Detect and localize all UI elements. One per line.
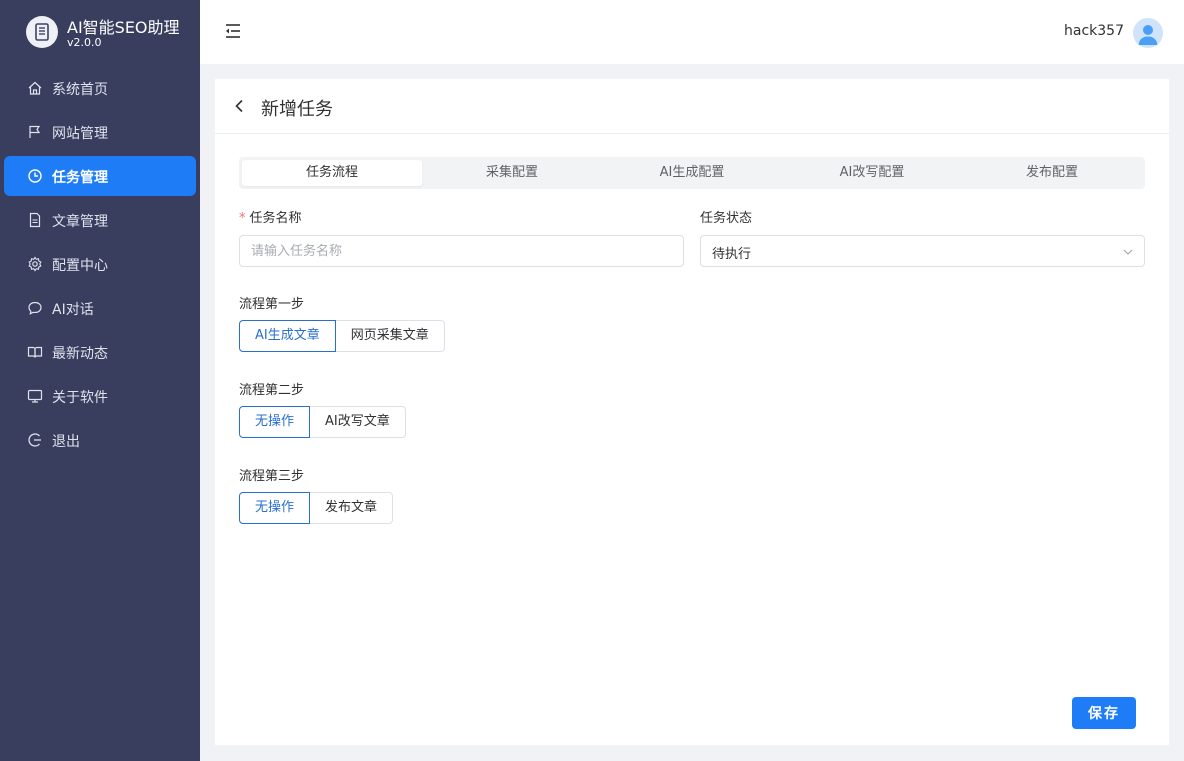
brand: AI智能SEO助理 v2.0.0 [0,0,200,64]
tab-ai-generate-config[interactable]: AI生成配置 [602,160,782,186]
task-name-label-text: 任务名称 [249,211,302,226]
task-status-label: 任务状态 [700,211,753,226]
sidebar-item-label: 文章管理 [52,214,108,230]
flag-icon [29,125,41,138]
sidebar-item-home[interactable]: 系统首页 [4,68,196,108]
sidebar-item-label: 关于软件 [52,390,108,406]
step2-label: 流程第二步 [239,383,305,398]
gear-icon [28,256,42,272]
app-version: v2.0.0 [67,36,102,49]
content-card: 新增任务 任务流程 采集配置 AI生成配置 AI改写配置 发布配置 * 任务名称 … [215,79,1169,745]
task-status-value: 待执行 [712,247,752,262]
top-header: hack357 [200,0,1184,64]
step3-option-publish[interactable]: 发布文章 [310,492,394,524]
task-name-field [239,235,684,267]
username[interactable]: hack357 [1064,23,1124,39]
sidebar-item-ai-chat[interactable]: AI对话 [4,288,196,328]
sidebar-item-sites[interactable]: 网站管理 [4,112,196,152]
sidebar-item-label: 网站管理 [52,126,108,142]
home-icon [28,81,42,95]
task-name-input[interactable] [240,236,683,266]
tab-ai-rewrite-config[interactable]: AI改写配置 [782,160,962,186]
sidebar-item-label: 系统首页 [52,82,108,98]
menu-collapse-icon[interactable] [223,21,243,41]
monitor-icon [27,389,43,403]
config-tabs: 任务流程 采集配置 AI生成配置 AI改写配置 发布配置 [239,157,1145,189]
clock-icon [28,169,42,183]
sidebar-item-tasks[interactable]: 任务管理 [4,156,196,196]
back-arrow-icon[interactable] [231,97,249,115]
sidebar: AI智能SEO助理 v2.0.0 系统首页 网站管理 任务管理 文章管理 配置中… [0,0,200,761]
save-button[interactable]: 保存 [1072,697,1136,729]
required-mark: * [239,211,246,226]
avatar[interactable] [1133,18,1163,48]
user-avatar-icon [1138,25,1158,45]
step2-option-none[interactable]: 无操作 [239,406,311,438]
sidebar-item-label: 配置中心 [52,258,108,274]
sidebar-item-config[interactable]: 配置中心 [4,244,196,284]
logo-icon [26,16,58,48]
step3-option-none[interactable]: 无操作 [239,492,311,524]
tab-task-flow[interactable]: 任务流程 [242,160,422,186]
step1-label: 流程第一步 [239,297,305,312]
step1-radio-group: AI生成文章 网页采集文章 [239,320,445,352]
sidebar-item-about[interactable]: 关于软件 [4,376,196,416]
tab-collect-config[interactable]: 采集配置 [422,160,602,186]
step1-option-ai-generate[interactable]: AI生成文章 [239,320,336,352]
sidebar-item-articles[interactable]: 文章管理 [4,200,196,240]
logout-icon [28,433,41,447]
step2-radio-group: 无操作 AI改写文章 [239,406,406,438]
chat-icon [28,301,42,315]
sidebar-item-news[interactable]: 最新动态 [4,332,196,372]
app-title: AI智能SEO助理 [67,18,180,37]
document-icon [29,212,41,228]
sidebar-item-label: 最新动态 [52,346,108,362]
step1-option-web-collect[interactable]: 网页采集文章 [335,320,445,352]
step3-label: 流程第三步 [239,469,305,484]
tab-publish-config[interactable]: 发布配置 [962,160,1142,186]
page-header: 新增任务 [215,79,1169,134]
task-name-label: * 任务名称 [239,207,302,226]
sidebar-item-label: 任务管理 [52,170,108,186]
sidebar-item-label: 退出 [52,434,80,450]
task-status-select[interactable]: 待执行 [700,235,1145,267]
book-icon [27,346,43,358]
sidebar-item-logout[interactable]: 退出 [4,420,196,460]
page-title: 新增任务 [261,99,333,120]
step3-radio-group: 无操作 发布文章 [239,492,394,524]
step2-option-ai-rewrite[interactable]: AI改写文章 [310,406,406,438]
chevron-down-icon [1123,249,1133,255]
sidebar-item-label: AI对话 [52,302,94,318]
